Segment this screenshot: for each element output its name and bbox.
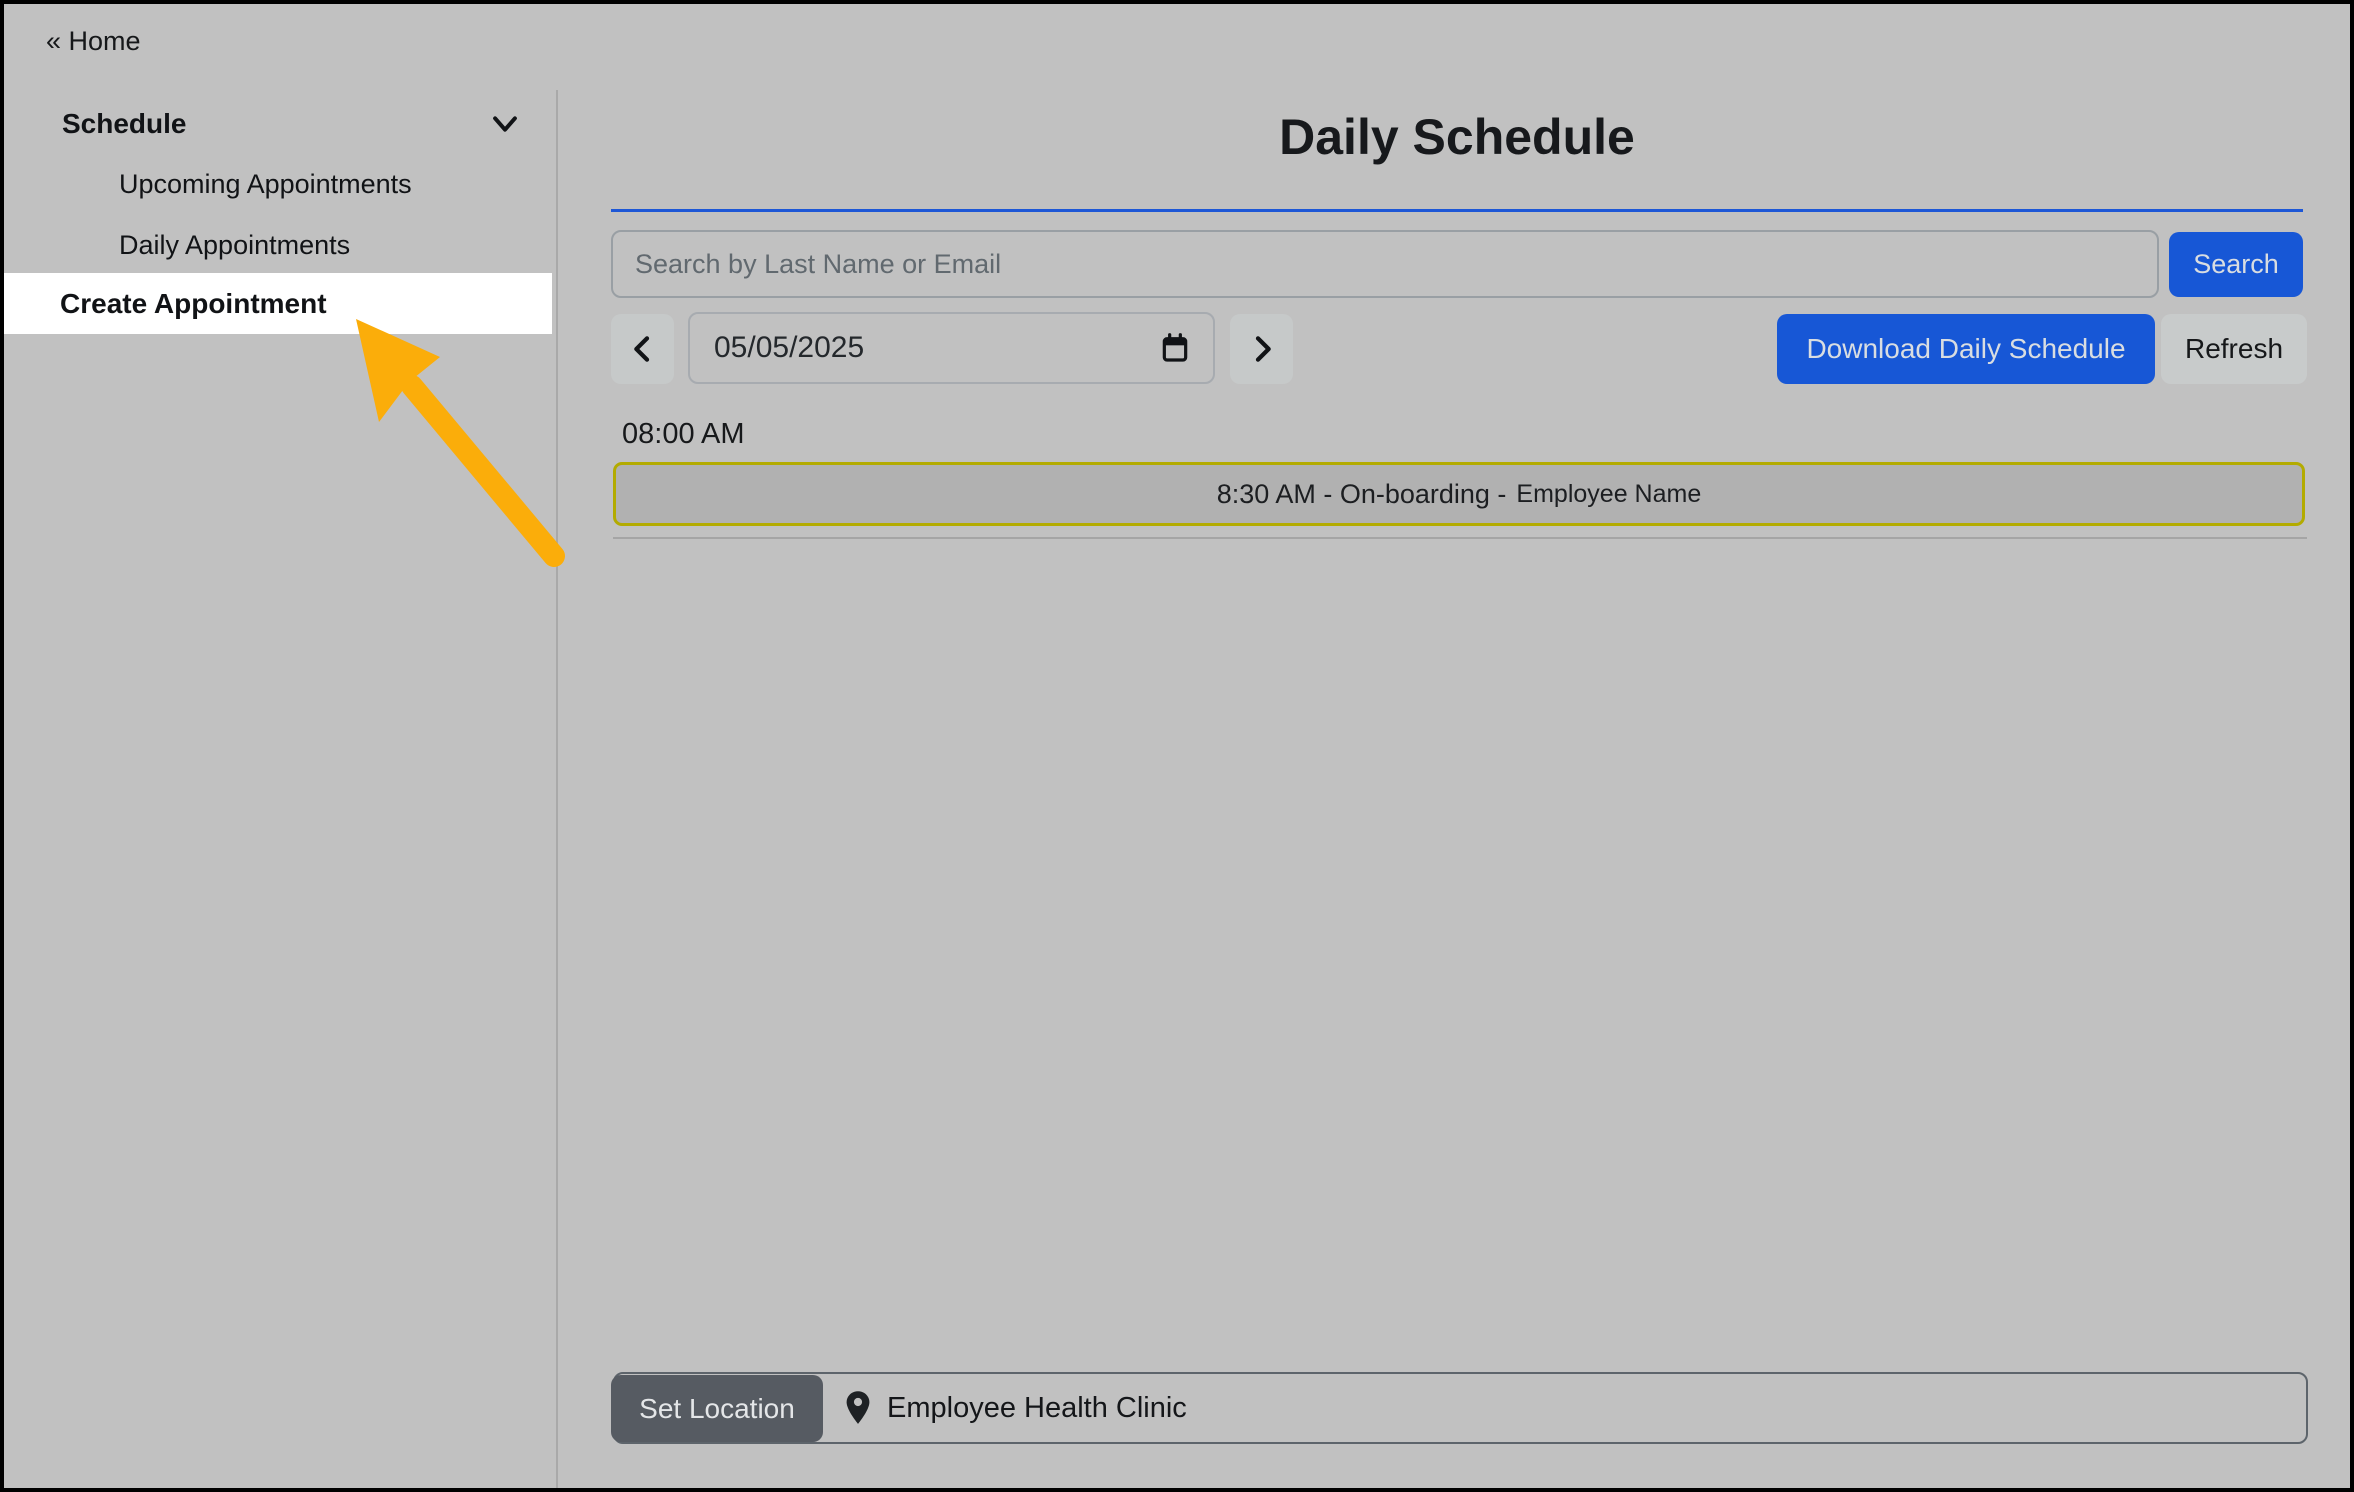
refresh-button[interactable]: Refresh [2161,314,2307,384]
app-window: « Home Schedule Upcoming Appointments Da… [0,0,2354,1492]
sidebar-divider [556,90,558,1488]
sidebar-item-daily-appointments[interactable]: Daily Appointments [4,215,552,276]
time-slot-label: 08:00 AM [622,418,745,451]
page-title: Daily Schedule [611,108,2303,166]
calendar-icon[interactable] [1159,332,1191,364]
chevron-right-icon [1246,333,1278,365]
download-daily-schedule-button[interactable]: Download Daily Schedule [1777,314,2155,384]
chevron-down-icon [488,107,522,141]
location-field[interactable]: Employee Health Clinic [613,1372,2308,1444]
previous-day-button[interactable] [611,314,674,384]
search-button[interactable]: Search [2169,232,2303,297]
appointment-item[interactable]: 8:30 AM - On-boarding - Employee Name [613,462,2305,526]
pointer-arrow [334,294,594,584]
title-underline [611,209,2303,212]
time-slot-divider [613,537,2307,539]
sidebar-item-upcoming-appointments[interactable]: Upcoming Appointments [4,154,552,215]
chevron-left-icon [627,333,659,365]
search-input[interactable] [611,230,2159,298]
location-pin-icon [843,1390,873,1426]
next-day-button[interactable] [1230,314,1293,384]
sidebar-group-schedule[interactable]: Schedule [62,104,522,144]
set-location-button[interactable]: Set Location [611,1375,823,1442]
sidebar-group-label: Schedule [62,108,186,140]
home-link[interactable]: « Home [46,26,141,57]
date-value: 05/05/2025 [714,331,864,365]
location-value: Employee Health Clinic [887,1392,1187,1425]
sidebar-item-create-appointment[interactable]: Create Appointment [4,273,552,334]
appointment-employee-name: Employee Name [1516,480,1701,509]
date-input[interactable]: 05/05/2025 [688,312,1215,384]
appointment-text: 8:30 AM - On-boarding - [1217,479,1507,510]
